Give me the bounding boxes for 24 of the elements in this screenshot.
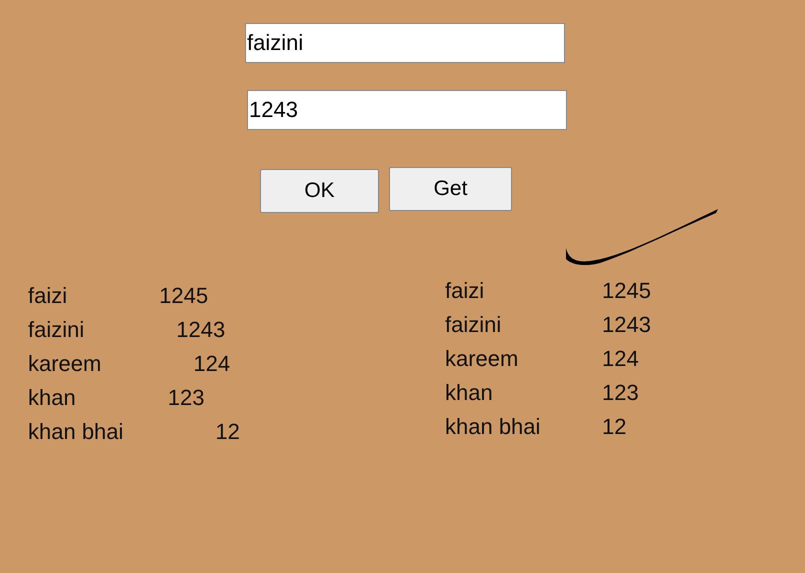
list-name: khan bhai <box>445 413 542 441</box>
list-name: faizi <box>28 282 68 310</box>
list-number: 1243 <box>176 316 226 344</box>
number-field[interactable]: 1243 <box>247 90 567 130</box>
button[interactable]: Get <box>389 167 512 211</box>
list-number: 1245 <box>602 277 651 305</box>
list-name: faizini <box>445 311 502 339</box>
name-field[interactable]: faizini <box>245 23 565 63</box>
list-number: 124 <box>193 350 230 378</box>
list-number: 12 <box>215 418 240 446</box>
list-name: kareem <box>28 350 102 378</box>
list-name: kareem <box>445 345 520 373</box>
list-number: 123 <box>168 384 204 412</box>
list-name: khan bhai <box>28 418 124 446</box>
list-number: 124 <box>602 345 639 373</box>
list-number: 1245 <box>159 282 208 310</box>
list-number: 1243 <box>602 311 651 339</box>
list-name: faizini <box>28 316 84 344</box>
list-number: 12 <box>602 413 626 441</box>
list-name: faizi <box>445 277 486 305</box>
list-name: khan <box>445 379 494 407</box>
button[interactable]: OK <box>260 169 379 213</box>
list-number: 123 <box>602 379 639 407</box>
list-name: khan <box>28 384 76 412</box>
